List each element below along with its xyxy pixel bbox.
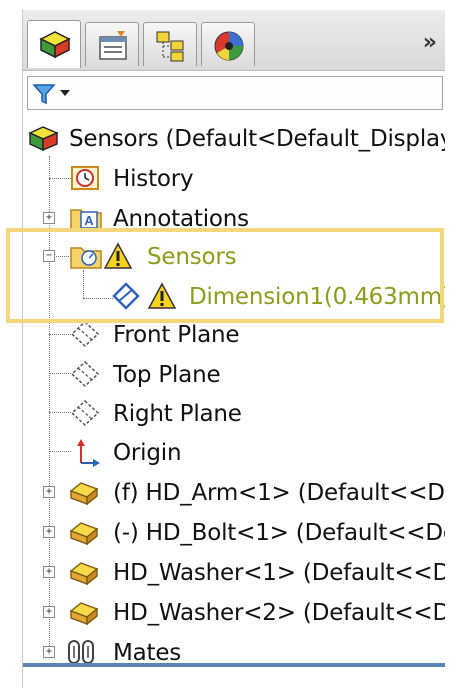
tree-item-origin[interactable]: Origin [23,434,445,470]
sensors-folder-icon [70,247,102,269]
tab-configuration-manager[interactable] [143,22,197,66]
configuration-manager-icon [156,31,184,62]
tab-feature-manager[interactable] [27,20,81,68]
tree-item-label: (f) HD_Arm<1> (Default<<Default [113,480,445,506]
expand-toggle[interactable]: + [43,526,55,538]
origin-icon [77,439,100,467]
more-tabs-button[interactable]: » [423,30,437,55]
tree-item-right-plane[interactable]: Right Plane [23,395,445,431]
plane-icon [70,399,100,427]
expand-toggle[interactable]: + [43,566,55,578]
tree-item-label: (-) HD_Bolt<1> (Default<<Default [113,520,445,546]
tree-item-sensors[interactable]: − Sensors [23,238,445,274]
assembly-icon [28,126,59,152]
tree-item-label: Annotations [113,206,249,232]
filter-icon [32,84,56,105]
panel-bottom-accent-bar [23,663,445,667]
tree-item-label: History [113,166,194,192]
tree-item-hd-washer-2[interactable]: + HD_Washer<2> (Default<<Default [23,594,445,630]
warning-icon [103,242,133,269]
warning-icon [147,282,177,309]
property-manager-icon [99,31,127,60]
tree-item-label: Sensors (Default<Default_Display [69,126,445,152]
feature-tree: Sensors (Default<Default_Display History… [23,120,445,680]
tree-item-hd-washer-1[interactable]: + HD_Washer<1> (Default<<Default [23,554,445,590]
part-icon [69,482,99,506]
tab-property-manager[interactable] [85,22,139,66]
tree-item-label: Right Plane [113,401,242,427]
tree-item-top-plane[interactable]: Top Plane [23,356,445,392]
tree-item-label: Front Plane [113,322,240,348]
tree-filter-bar[interactable] [27,76,443,110]
tree-item-label: Top Plane [113,362,221,388]
filter-dropdown-caret[interactable] [60,90,70,96]
expand-toggle[interactable]: + [43,606,55,618]
svg-text:A: A [84,213,94,228]
tree-item-hd-bolt[interactable]: + (-) HD_Bolt<1> (Default<<Default [23,514,445,550]
tree-item-dimension-sensor[interactable]: Dimension1(0.463mm) [23,278,445,314]
feature-manager-panel: » Sensors (Default<Default_Display Histo… [22,10,445,688]
tree-item-label: Dimension1(0.463mm) [189,284,445,310]
tree-item-annotations[interactable]: + A Annotations [23,200,445,236]
dimension-sensor-icon [112,282,140,310]
tree-item-label: Sensors [147,244,237,270]
annotations-folder-icon: A [70,209,102,231]
tree-item-front-plane[interactable]: Front Plane [23,316,445,352]
collapse-toggle[interactable]: − [43,250,55,262]
history-icon [71,166,99,190]
expand-toggle[interactable]: + [43,212,55,224]
expand-toggle[interactable]: + [43,646,55,658]
tree-item-history[interactable]: History [23,160,445,196]
tree-item-label: HD_Washer<1> (Default<<Default [113,560,445,586]
manager-tab-strip: » [23,10,445,71]
tree-item-hd-arm[interactable]: + (f) HD_Arm<1> (Default<<Default [23,474,445,510]
feature-tree-icon [39,31,71,59]
plane-icon [70,320,100,348]
part-icon [69,522,99,546]
display-manager-icon [214,31,244,61]
part-icon [69,562,99,586]
tree-item-label: HD_Washer<2> (Default<<Default [113,600,445,626]
tree-item-root[interactable]: Sensors (Default<Default_Display [23,120,445,156]
tab-display-manager[interactable] [201,22,255,66]
part-icon [69,602,99,626]
plane-icon [70,360,100,388]
expand-toggle[interactable]: + [43,486,55,498]
tree-item-label: Origin [113,440,182,466]
